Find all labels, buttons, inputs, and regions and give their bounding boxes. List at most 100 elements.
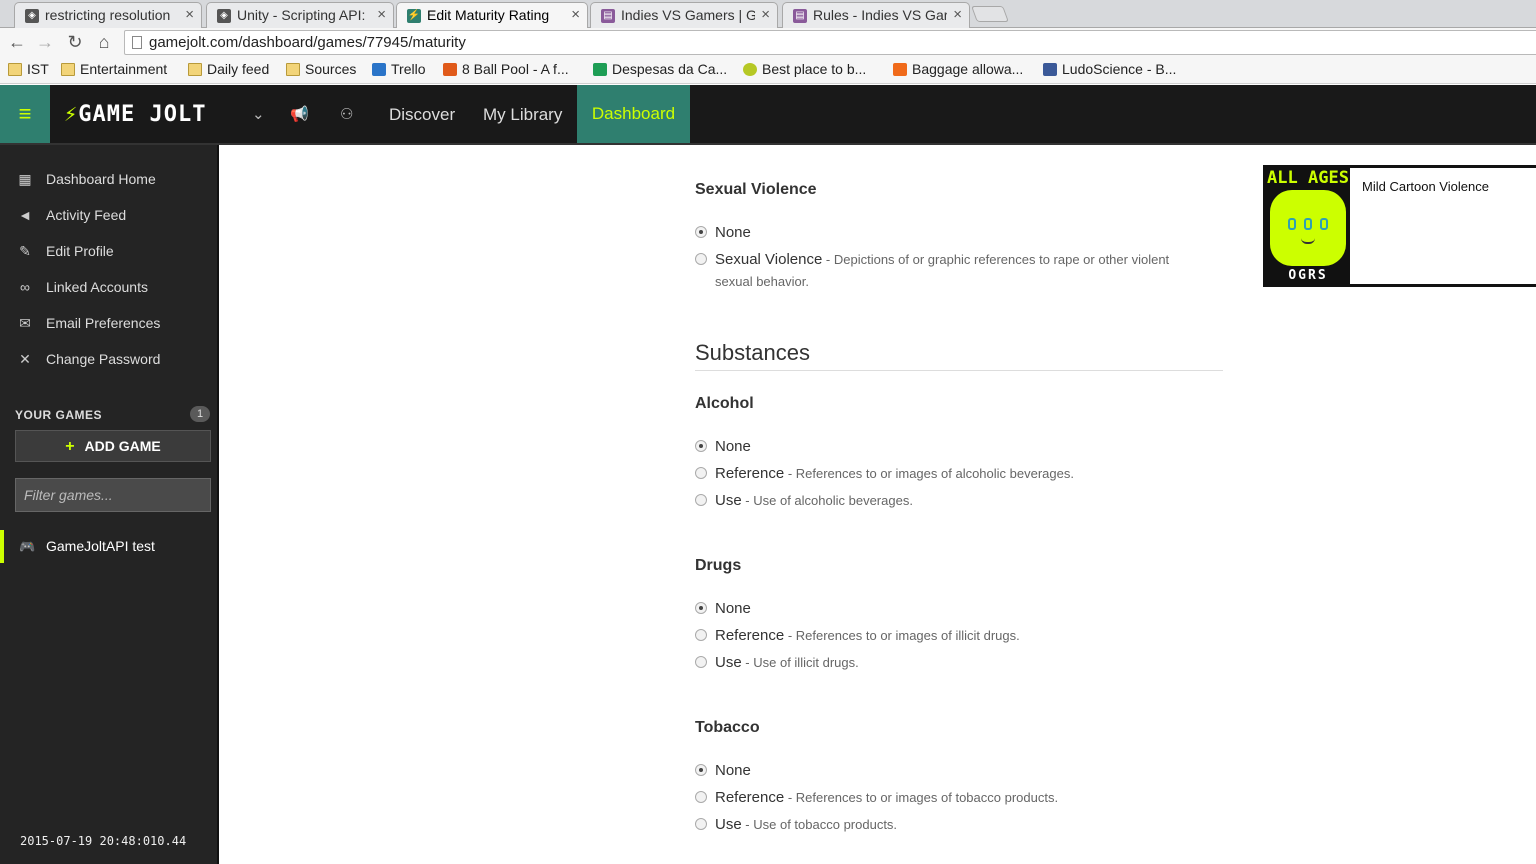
browser-tab[interactable]: ◈ restricting resolution × (14, 2, 202, 28)
home-icon[interactable]: ⌂ (93, 32, 115, 53)
radio-sexual-violence-none[interactable]: None (695, 222, 1205, 244)
radio-button[interactable] (695, 629, 707, 641)
back-icon[interactable]: ← (6, 32, 28, 53)
radio-alcohol-use[interactable]: Use - Use of alcoholic beverages. (695, 490, 1205, 512)
sidebar-item-dashboard-home[interactable]: ▦ Dashboard Home (0, 165, 219, 195)
browser-tab-active[interactable]: ⚡ Edit Maturity Rating × (396, 2, 588, 29)
trello-icon (372, 63, 386, 76)
nav-dashboard[interactable]: Dashboard (577, 85, 690, 143)
nav-my-library[interactable]: My Library (483, 105, 562, 125)
radio-button[interactable] (695, 656, 707, 668)
hamburger-menu-icon[interactable]: ≡ (0, 85, 50, 143)
gamejolt-icon: ⚡ (407, 9, 421, 23)
bookmark-ist[interactable]: IST (8, 61, 49, 77)
browser-tab[interactable]: ◈ Unity - Scripting API: × (206, 2, 394, 28)
radio-button[interactable] (695, 467, 707, 479)
close-icon[interactable]: × (571, 6, 580, 23)
radio-tobacco-reference[interactable]: Reference - References to or images of t… (695, 787, 1205, 809)
chevron-down-icon[interactable]: ⌄ (252, 105, 265, 123)
sidebar-item-activity-feed[interactable]: ◄ Activity Feed (0, 201, 219, 231)
radio-alcohol-none[interactable]: None (695, 436, 1205, 458)
sheets-icon (593, 63, 607, 76)
your-games-count-badge: 1 (190, 406, 210, 422)
add-game-label: ADD GAME (84, 438, 161, 454)
megaphone-icon[interactable]: 📢 (290, 105, 309, 123)
radio-drugs-none[interactable]: None (695, 598, 1205, 620)
nav-discover[interactable]: Discover (389, 105, 455, 125)
radio-button[interactable] (695, 791, 707, 803)
bookmark-entertainment[interactable]: Entertainment (61, 61, 167, 77)
bookmark-label: IST (27, 61, 49, 77)
bookmark-trello[interactable]: Trello (372, 61, 426, 77)
bookmark-label: Best place to b... (762, 61, 867, 77)
bookmarks-bar: IST Entertainment Daily feed Sources Tre… (0, 57, 1536, 84)
folder-icon (286, 63, 300, 76)
tools-icon: ✕ (19, 351, 31, 367)
close-icon[interactable]: × (761, 6, 770, 23)
link-icon: ∞ (20, 279, 30, 295)
bookmark-8-ball-pool[interactable]: 8 Ball Pool - A f... (443, 61, 569, 77)
filter-games-input[interactable] (15, 478, 211, 512)
rating-description: Mild Cartoon Violence (1362, 179, 1489, 194)
sidebar-item-email-preferences[interactable]: ✉ Email Preferences (0, 309, 219, 339)
radio-button[interactable] (695, 764, 707, 776)
logo-text: GAME JOLT (78, 102, 207, 127)
reload-icon[interactable]: ↻ (64, 32, 86, 53)
bookmark-despesas[interactable]: Despesas da Ca... (593, 61, 727, 77)
smiley-icon (743, 63, 757, 76)
sidebar-item-change-password[interactable]: ✕ Change Password (0, 345, 219, 375)
sidebar-item-label: Edit Profile (46, 243, 114, 259)
option-label: None (715, 762, 751, 779)
maturity-rating-card: ALL AGES OGRS Mild Cartoon Violence (1263, 165, 1536, 287)
close-icon[interactable]: × (185, 6, 194, 23)
eye-icon (1304, 218, 1312, 230)
site-top-nav: ≡ ⚡GAME JOLT ⌄ 📢 ⚇ Discover My Library D… (0, 85, 1536, 145)
sidebar-game-item[interactable]: 🎮 GameJoltAPI test (0, 530, 219, 563)
sidebar-item-label: Change Password (46, 351, 161, 367)
close-icon[interactable]: × (377, 6, 386, 23)
game-title: GameJoltAPI test (46, 538, 155, 554)
bookmark-baggage[interactable]: Baggage allowa... (893, 61, 1023, 77)
option-label: Reference (715, 627, 785, 644)
close-icon[interactable]: × (953, 6, 962, 23)
sitemap-icon[interactable]: ⚇ (340, 105, 353, 123)
radio-button[interactable] (695, 440, 707, 452)
new-tab-button[interactable] (971, 6, 1009, 22)
option-label: Use (715, 654, 742, 671)
eye-icon (1320, 218, 1328, 230)
radio-button[interactable] (695, 226, 707, 238)
sidebar-item-edit-profile[interactable]: ✎ Edit Profile (0, 237, 219, 267)
bookmark-ludoscience[interactable]: LudoScience - B... (1043, 61, 1176, 77)
forward-icon[interactable]: → (34, 32, 56, 53)
radio-button[interactable] (695, 494, 707, 506)
radio-button[interactable] (695, 253, 707, 265)
tab-title: Indies VS Gamers | G (621, 7, 755, 23)
gamejolt-logo[interactable]: ⚡GAME JOLT (64, 102, 206, 127)
radio-sexual-violence-yes[interactable]: Sexual Violence - Depictions of or graph… (695, 249, 1205, 293)
tobacco-heading: Tobacco (695, 719, 760, 736)
browser-tab[interactable]: ▤ Rules - Indies VS Gar × (782, 2, 970, 28)
badge-top-text: ALL AGES (1267, 168, 1349, 188)
radio-button[interactable] (695, 818, 707, 830)
radio-tobacco-use[interactable]: Use - Use of tobacco products. (695, 814, 1205, 836)
radio-drugs-reference[interactable]: Reference - References to or images of i… (695, 625, 1205, 647)
address-bar[interactable]: gamejolt.com/dashboard/games/77945/matur… (124, 30, 1536, 55)
plus-icon: + (65, 438, 75, 455)
divider (695, 370, 1223, 371)
bookmark-label: Sources (305, 61, 357, 77)
radio-tobacco-none[interactable]: None (695, 760, 1205, 782)
radio-alcohol-reference[interactable]: Reference - References to or images of a… (695, 463, 1205, 485)
browser-tab[interactable]: ▤ Indies VS Gamers | G × (590, 2, 778, 28)
browser-toolbar: ← → ↻ ⌂ gamejolt.com/dashboard/games/779… (0, 28, 1536, 57)
page-icon: ▤ (793, 9, 807, 23)
option-description: - Use of illicit drugs. (741, 655, 859, 670)
option-label: None (715, 600, 751, 617)
sidebar-item-linked-accounts[interactable]: ∞ Linked Accounts (0, 273, 219, 303)
bookmark-daily-feed[interactable]: Daily feed (188, 61, 269, 77)
radio-button[interactable] (695, 602, 707, 614)
add-game-button[interactable]: + ADD GAME (15, 430, 211, 462)
option-label: Use (715, 816, 742, 833)
bookmark-best-place[interactable]: Best place to b... (743, 61, 866, 77)
radio-drugs-use[interactable]: Use - Use of illicit drugs. (695, 652, 1205, 674)
bookmark-sources[interactable]: Sources (286, 61, 356, 77)
